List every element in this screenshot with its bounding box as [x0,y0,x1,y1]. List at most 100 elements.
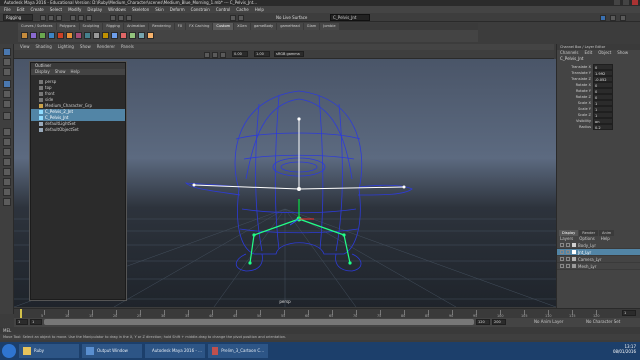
outliner-window[interactable]: Outliner Display Show Help persp top fro… [30,62,126,300]
menu-display[interactable]: Display [87,6,102,13]
xray-icon[interactable] [220,52,226,58]
cb-menu-object[interactable]: Object [598,50,611,56]
far-field[interactable]: 1.00 [254,51,270,57]
layer-color-swatch[interactable] [572,257,576,261]
delete-history-icon[interactable] [138,32,145,39]
shelf-tab[interactable]: Custom [213,23,234,30]
system-clock[interactable]: 13:17 08/01/2016 [613,344,636,354]
menu-create[interactable]: Create [30,6,43,13]
playback-toggle[interactable] [566,257,570,261]
end-frame-field[interactable]: 200 [492,319,506,325]
paint-weights-icon[interactable] [48,32,55,39]
minimize-button[interactable] [614,0,620,5]
layer-color-swatch[interactable] [572,243,576,247]
menu-skeleton[interactable]: Skeleton [132,6,149,13]
maximize-button[interactable] [623,0,629,5]
ik-handle-icon[interactable] [30,32,37,39]
shelf-tab[interactable]: FX [174,23,186,30]
near-field[interactable]: 0.00 [232,51,248,57]
menu-edit[interactable]: Edit [17,6,25,13]
playback-toggle[interactable] [566,264,570,268]
shelf-tab[interactable]: Glam [303,23,320,30]
select-tool-icon[interactable] [3,48,11,56]
open-scene-icon[interactable] [48,15,54,21]
layer-row[interactable]: Body_Lyr [557,242,640,249]
four-view-layout-icon[interactable] [3,138,11,146]
wireframe-icon[interactable] [204,52,210,58]
bind-skin-icon[interactable] [39,32,46,39]
menu-deform[interactable]: Deform [170,6,185,13]
center-pivot-icon[interactable] [147,32,154,39]
tool-settings-toggle-icon[interactable] [620,15,626,21]
menu-constrain[interactable]: Constrain [191,6,210,13]
layer-color-swatch[interactable] [572,264,576,268]
aim-constraint-icon[interactable] [84,32,91,39]
range-slider[interactable] [44,319,474,325]
freeze-transform-icon[interactable] [129,32,136,39]
current-frame-marker[interactable] [20,309,22,318]
outliner-menu-display[interactable]: Display [35,69,50,75]
snap-grid-icon[interactable] [110,15,116,21]
start-button[interactable] [2,344,16,358]
range-start-field[interactable]: 1 [30,319,42,325]
layer-color-swatch[interactable] [572,250,576,254]
leg-skeleton[interactable] [249,218,351,264]
playback-toggle[interactable] [566,243,570,247]
command-language-label[interactable]: MEL [3,328,11,333]
anim-layer-dropdown[interactable]: No Anim Layer [534,319,563,325]
menu-select[interactable]: Select [50,6,62,13]
attribute-editor-toggle-icon[interactable] [610,15,616,21]
orient-constraint-icon[interactable] [75,32,82,39]
no-live-surface[interactable]: No Live Surface [276,15,307,21]
select-component-icon[interactable] [86,15,92,21]
menu-set-dropdown[interactable]: Rigging [3,14,33,21]
smooth-shade-icon[interactable] [212,52,218,58]
snap-point-icon[interactable] [126,15,132,21]
hypershade-layout-icon[interactable] [3,168,11,176]
close-button[interactable] [632,0,638,5]
cluster-icon[interactable] [93,32,100,39]
move-tool-icon[interactable] [3,80,11,88]
visibility-toggle[interactable] [560,264,564,268]
start-frame-field[interactable]: 1 [16,319,28,325]
menu-file[interactable]: File [4,6,11,13]
channel-box-toggle-icon[interactable] [600,15,606,21]
layer-menu-layers[interactable]: Layers [560,236,573,242]
color-management-field[interactable]: sRGB gamma [274,51,304,57]
single-view-layout-icon[interactable] [3,128,11,136]
name-field[interactable]: C_Pelvis_Jnt [330,14,370,21]
shelf-tab[interactable]: Jombie [320,23,339,30]
parent-constraint-icon[interactable] [57,32,64,39]
lasso-tool-icon[interactable] [3,58,11,66]
lattice-icon[interactable] [102,32,109,39]
current-frame-field[interactable]: 1 [622,310,636,316]
layer-row[interactable]: Mesh_Lyr [557,263,640,270]
layer-row[interactable]: Camera_Lyr [557,256,640,263]
cb-menu-edit[interactable]: Edit [585,50,593,56]
shelf-tab[interactable]: Rigging [103,23,123,30]
shelf-tab[interactable]: FX Caching [186,23,213,30]
save-scene-icon[interactable] [56,15,62,21]
taskbar-item-maya[interactable]: Autodesk Maya 2016 - ... [145,344,205,358]
playback-toggle[interactable] [566,250,570,254]
menu-windows[interactable]: Windows [108,6,126,13]
visibility-toggle[interactable] [560,257,564,261]
joint-tool-icon[interactable] [21,32,28,39]
shelf-tab[interactable]: Sculpting [79,23,103,30]
point-constraint-icon[interactable] [66,32,73,39]
character-set-dropdown[interactable]: No Character Set [586,319,620,325]
visibility-toggle[interactable] [560,250,564,254]
menu-help[interactable]: Help [255,6,264,13]
menu-modify[interactable]: Modify [68,6,81,13]
uv-editor-layout-icon[interactable] [3,188,11,196]
ipr-render-icon[interactable] [238,15,244,21]
shelf-tab[interactable]: gameBody [250,23,277,30]
rotate-tool-icon[interactable] [3,90,11,98]
outliner-layout-icon[interactable] [3,178,11,186]
outliner-menu-help[interactable]: Help [71,69,80,75]
shelf-tab[interactable]: Rendering [149,23,174,30]
time-slider[interactable]: 5 10 15 20 25 30 35 40 45 50 55 60 65 70 75 80 85 90 95 100… [14,308,640,318]
taskbar-item-output[interactable]: Output Window [82,344,142,358]
persp-outliner-layout-icon[interactable] [3,148,11,156]
curve-tool-icon[interactable] [120,32,127,39]
